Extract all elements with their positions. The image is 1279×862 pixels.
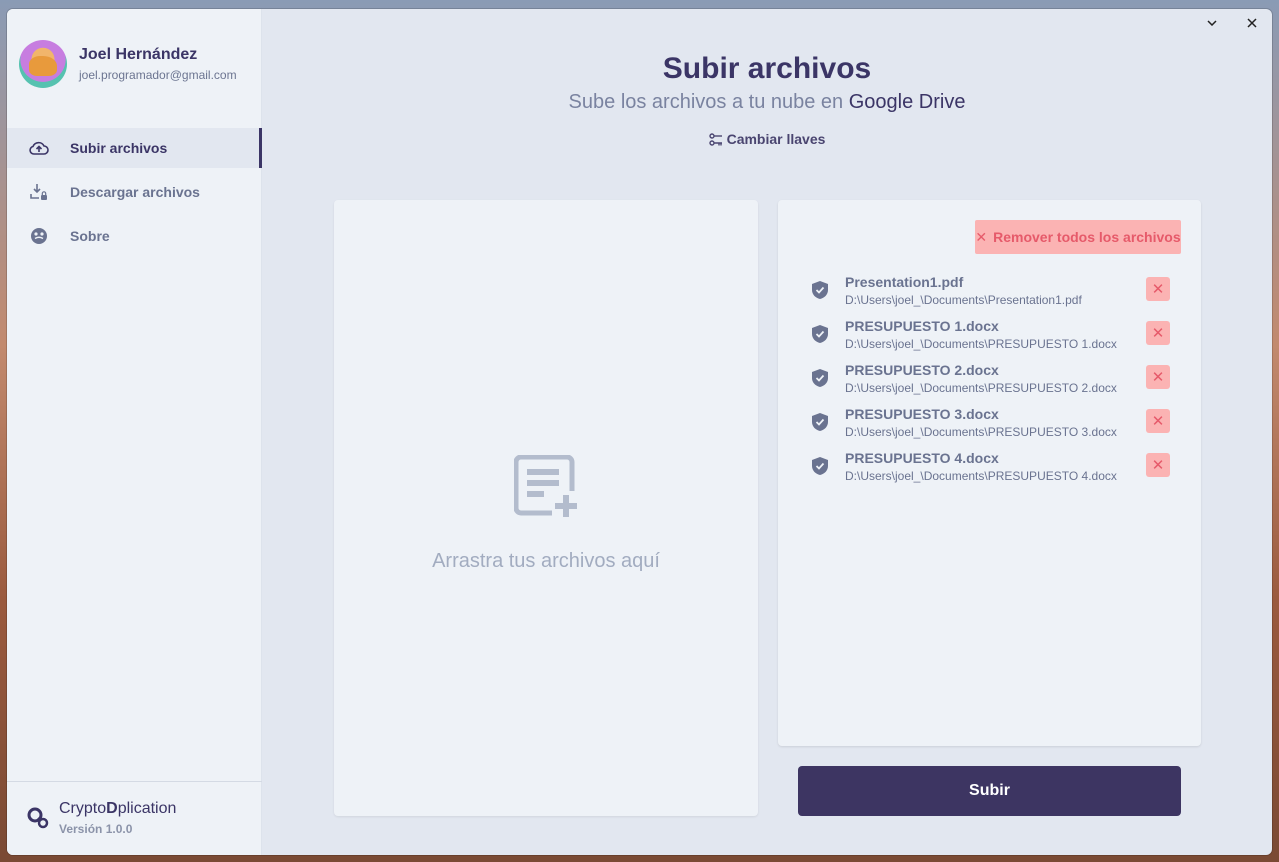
close-icon[interactable]	[1242, 13, 1262, 33]
app-name: CryptoDplication	[59, 800, 177, 817]
close-icon: ✕	[1151, 281, 1165, 298]
avatar	[19, 40, 67, 88]
close-icon: ✕	[1151, 325, 1165, 342]
minimize-icon[interactable]	[1202, 13, 1222, 33]
remove-file-button[interactable]: ✕	[1146, 365, 1170, 389]
upload-button[interactable]: Subir	[798, 766, 1181, 816]
list-item: PRESUPUESTO 4.docx D:\Users\joel_\Docume…	[810, 444, 1170, 488]
file-drop-zone[interactable]: Arrastra tus archivos aquí	[334, 200, 758, 816]
file-list-panel: ✕ Remover todos los archivos Presentatio…	[778, 200, 1201, 746]
app-version: Versión 1.0.0	[59, 822, 133, 836]
file-path: D:\Users\joel_\Documents\PRESUPUESTO 4.d…	[845, 468, 1117, 483]
file-name: PRESUPUESTO 1.docx	[845, 317, 999, 334]
user-profile: Joel Hernández joel.programador@gmail.co…	[19, 40, 237, 88]
file-path: D:\Users\joel_\Documents\PRESUPUESTO 1.d…	[845, 336, 1117, 351]
shield-check-icon	[810, 368, 830, 388]
sidebar-item-upload[interactable]: Subir archivos	[7, 128, 262, 168]
list-item: PRESUPUESTO 2.docx D:\Users\joel_\Docume…	[810, 356, 1170, 400]
sidebar-item-label: Descargar archivos	[70, 184, 200, 200]
sidebar-item-about[interactable]: Sobre	[7, 216, 262, 256]
sidebar-item-label: Sobre	[70, 228, 110, 244]
service-name: Google Drive	[848, 91, 966, 113]
remove-file-button[interactable]: ✕	[1146, 277, 1170, 301]
list-item: Presentation1.pdf D:\Users\joel_\Documen…	[810, 268, 1170, 312]
list-item: PRESUPUESTO 3.docx D:\Users\joel_\Docume…	[810, 400, 1170, 444]
drop-zone-label: Arrastra tus archivos aquí	[432, 550, 660, 572]
close-icon: ✕	[1151, 369, 1165, 386]
add-document-icon	[513, 454, 580, 524]
file-name: PRESUPUESTO 4.docx	[845, 449, 999, 466]
remove-file-button[interactable]: ✕	[1146, 321, 1170, 345]
file-name: PRESUPUESTO 3.docx	[845, 405, 999, 422]
file-name: Presentation1.pdf	[845, 273, 964, 290]
shield-check-icon	[810, 412, 830, 432]
cloud-upload-icon	[29, 138, 49, 158]
info-circle-icon	[29, 226, 49, 246]
user-name: Joel Hernández	[79, 46, 198, 63]
shield-check-icon	[810, 324, 830, 344]
shield-check-icon	[810, 280, 830, 300]
shield-check-icon	[810, 456, 830, 476]
sidebar-item-label: Subir archivos	[70, 140, 168, 156]
file-path: D:\Users\joel_\Documents\Presentation1.p…	[845, 292, 1082, 307]
list-item: PRESUPUESTO 1.docx D:\Users\joel_\Docume…	[810, 312, 1170, 356]
close-icon: ✕	[1151, 457, 1165, 474]
app-logo-icon	[27, 806, 51, 830]
remove-all-button[interactable]: ✕ Remover todos los archivos	[975, 220, 1181, 254]
key-settings-icon	[708, 133, 723, 149]
sidebar-nav: Subir archivos Descargar archivos Sobre	[7, 128, 262, 260]
app-window: Joel Hernández joel.programador@gmail.co…	[7, 9, 1272, 855]
file-name: PRESUPUESTO 2.docx	[845, 361, 999, 378]
user-email: joel.programador@gmail.com	[79, 68, 237, 82]
sidebar: Joel Hernández joel.programador@gmail.co…	[7, 9, 262, 855]
app-info: CryptoDplication Versión 1.0.0	[7, 781, 262, 855]
change-keys-link[interactable]: Cambiar llaves	[262, 131, 1272, 149]
close-icon: ✕	[1151, 413, 1165, 430]
page-title: Subir archivos	[662, 52, 872, 85]
page-subtitle: Sube los archivos a tu nube en Google Dr…	[568, 91, 966, 113]
download-lock-icon	[29, 182, 49, 202]
sidebar-item-download[interactable]: Descargar archivos	[7, 172, 262, 212]
remove-file-button[interactable]: ✕	[1146, 409, 1170, 433]
file-path: D:\Users\joel_\Documents\PRESUPUESTO 3.d…	[845, 424, 1117, 439]
file-path: D:\Users\joel_\Documents\PRESUPUESTO 2.d…	[845, 380, 1117, 395]
file-list: Presentation1.pdf D:\Users\joel_\Documen…	[810, 268, 1170, 488]
remove-file-button[interactable]: ✕	[1146, 453, 1170, 477]
close-icon: ✕	[975, 228, 988, 245]
